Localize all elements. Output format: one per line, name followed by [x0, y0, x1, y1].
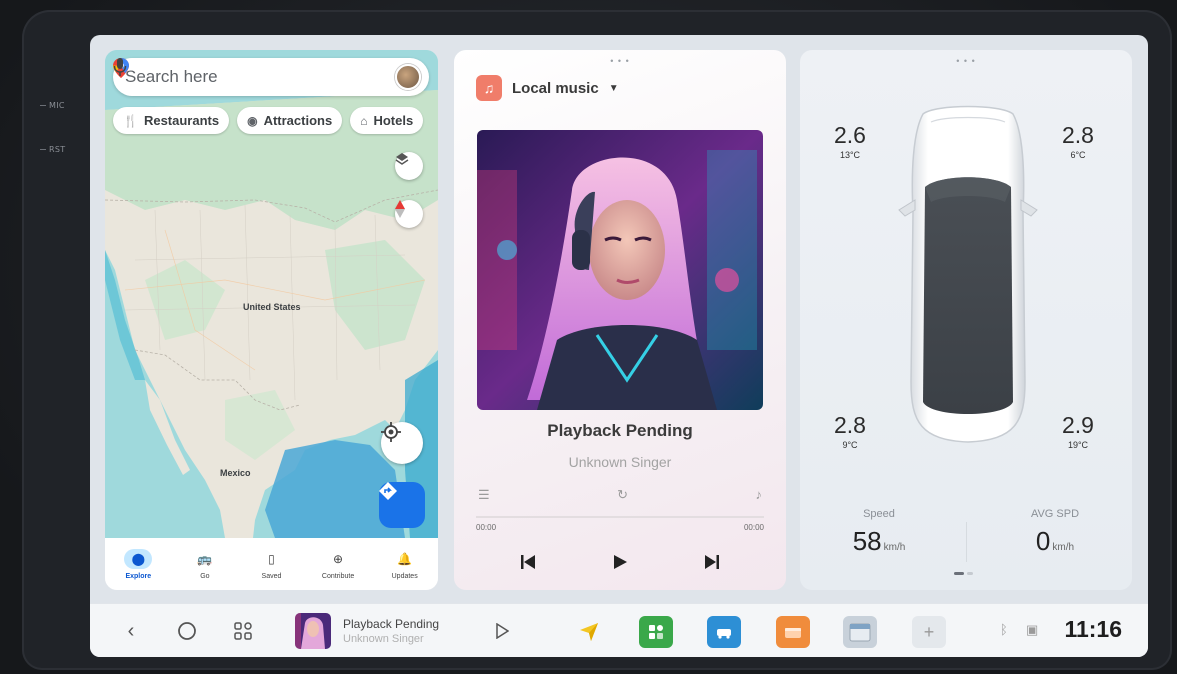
- fork-knife-icon: 🍴: [123, 113, 138, 128]
- chevron-down-icon: ▼: [608, 82, 619, 94]
- camera-icon: ◉: [247, 113, 258, 128]
- album-art[interactable]: [477, 130, 763, 410]
- now-playing-mini[interactable]: Playback Pending Unknown Singer: [295, 613, 439, 649]
- account-avatar[interactable]: [395, 64, 421, 90]
- tire-front-right: 2.8 6°C: [1062, 122, 1094, 160]
- chip-restaurants[interactable]: 🍴 Restaurants: [113, 107, 230, 134]
- clock: 11:16: [1064, 616, 1122, 642]
- search-placeholder[interactable]: Search here: [125, 67, 395, 87]
- chip-attractions[interactable]: ◉ Attractions: [237, 107, 343, 134]
- add-app-button[interactable]: +: [912, 616, 946, 648]
- repeat-icon[interactable]: ↻: [617, 487, 628, 503]
- track-title: Playback Pending: [547, 421, 693, 440]
- tire-front-left: 2.6 13°C: [834, 122, 866, 160]
- grid-icon: [234, 622, 252, 640]
- drag-handle[interactable]: • • •: [956, 56, 975, 66]
- playback-progress-bar[interactable]: [476, 516, 764, 518]
- navigation-app-icon[interactable]: [572, 616, 606, 648]
- music-source-selector[interactable]: ♫ Local music ▼: [476, 75, 619, 101]
- now-playing-thumbnail: [295, 613, 331, 649]
- bus-icon: 🚌: [197, 551, 213, 566]
- nav-go[interactable]: 🚌 Go: [172, 538, 239, 590]
- skip-previous-icon: [521, 555, 535, 569]
- map-search-bar[interactable]: Search here: [113, 58, 429, 96]
- category-chips: 🍴 Restaurants ◉ Attractions ⌂ Hotels: [113, 107, 424, 134]
- head-unit-screen: • • • United States Mexico Search here: [90, 35, 1148, 657]
- music-note-icon[interactable]: ♪: [756, 487, 763, 503]
- bluetooth-icon[interactable]: ᛒ: [1000, 622, 1008, 637]
- bottom-dock: ‹ Playback Pending Unknown Singer + ᛒ ▣ …: [90, 603, 1148, 657]
- bell-icon: 🔔: [397, 551, 413, 566]
- directions-button[interactable]: [379, 482, 425, 528]
- avg-speed-stat: AVG SPD 0 km/h: [1030, 508, 1080, 556]
- reset-label: RST: [40, 145, 65, 154]
- total-time: 00:00: [743, 523, 764, 532]
- music-app-icon: ♫: [476, 75, 502, 101]
- page-indicator[interactable]: [954, 572, 976, 575]
- compass-icon: [395, 200, 405, 218]
- directions-icon: [379, 482, 397, 500]
- car-app-icon[interactable]: [707, 616, 741, 648]
- dock-play-button[interactable]: [487, 616, 517, 646]
- track-artist: Unknown Singer: [568, 454, 672, 470]
- map-label-country: United States: [243, 302, 301, 312]
- map-widget[interactable]: • • • United States Mexico Search here: [105, 50, 438, 590]
- add-circle-icon: ⊕: [333, 551, 344, 566]
- back-button[interactable]: ‹: [116, 616, 146, 646]
- microphone-icon[interactable]: [113, 58, 127, 76]
- layers-button[interactable]: [395, 152, 423, 180]
- plus-icon: +: [923, 621, 935, 642]
- status-square-icon[interactable]: ▣: [1026, 622, 1038, 638]
- previous-track-button[interactable]: [518, 552, 538, 572]
- play-outline-icon: [496, 623, 509, 639]
- album-art-image: [477, 130, 763, 410]
- layers-icon: [395, 153, 409, 165]
- elapsed-time: 00:00: [476, 523, 497, 532]
- green-app-icon[interactable]: [639, 616, 673, 648]
- home-circle-icon: [178, 622, 196, 640]
- bookmark-icon: ▯: [268, 551, 275, 566]
- orange-app-icon[interactable]: [776, 616, 810, 648]
- music-source-label: Local music: [512, 79, 599, 97]
- music-widget: • • • ♫ Local music ▼ Playback Pending U…: [454, 50, 786, 590]
- now-playing-title: Playback Pending: [343, 617, 440, 631]
- nav-contribute[interactable]: ⊕ Contribute: [305, 538, 372, 590]
- map-label-country2: Mexico: [220, 468, 251, 478]
- compass-button[interactable]: [395, 200, 423, 228]
- tire-rear-right: 2.9 19°C: [1062, 412, 1094, 450]
- car-top-view: [898, 105, 1038, 443]
- my-location-button[interactable]: [381, 422, 423, 464]
- chip-hotels[interactable]: ⌂ Hotels: [350, 107, 424, 134]
- location-pin-icon: ⬤: [124, 548, 153, 569]
- chevron-left-icon: ‹: [127, 619, 135, 642]
- next-track-button[interactable]: [702, 552, 722, 572]
- crosshair-icon: [381, 422, 401, 442]
- mic-label: MIC: [40, 101, 65, 110]
- play-button[interactable]: [610, 552, 630, 572]
- drag-handle[interactable]: • • •: [610, 56, 629, 66]
- stats-divider: [966, 522, 967, 562]
- bed-icon: ⌂: [360, 113, 368, 128]
- map-canvas[interactable]: • • • United States Mexico Search here: [105, 50, 438, 538]
- map-bottom-nav: ⬤ Explore 🚌 Go ▯ Saved ⊕ Contribute 🔔 Updates: [105, 538, 438, 590]
- device-bezel: MIC RST United States Mexico Search here…: [0, 0, 1177, 674]
- app-grid-button[interactable]: [228, 616, 258, 646]
- nav-saved[interactable]: ▯ Saved: [238, 538, 305, 590]
- transport-controls: [454, 552, 786, 572]
- speed-stat: Speed 58 km/h: [852, 508, 906, 556]
- speed-stats: Speed 58 km/h AVG SPD 0 km/h: [800, 508, 1132, 578]
- nav-updates[interactable]: 🔔 Updates: [371, 538, 438, 590]
- home-button[interactable]: [172, 616, 202, 646]
- now-playing-artist: Unknown Singer: [343, 633, 424, 645]
- skip-next-icon: [705, 555, 719, 569]
- play-icon: [614, 555, 627, 569]
- nav-explore[interactable]: ⬤ Explore: [105, 538, 172, 590]
- playlist-icon[interactable]: ☰: [478, 487, 490, 503]
- tire-rear-left: 2.8 9°C: [834, 412, 866, 450]
- playback-options: ☰ ↻ ♪: [478, 487, 762, 503]
- vehicle-status-widget: • • • 2.613°C 2.86°C 2.89°C 2.919°C: [800, 50, 1132, 590]
- calendar-app-icon[interactable]: [843, 616, 877, 648]
- playback-times: 00:00 00:00: [476, 523, 764, 532]
